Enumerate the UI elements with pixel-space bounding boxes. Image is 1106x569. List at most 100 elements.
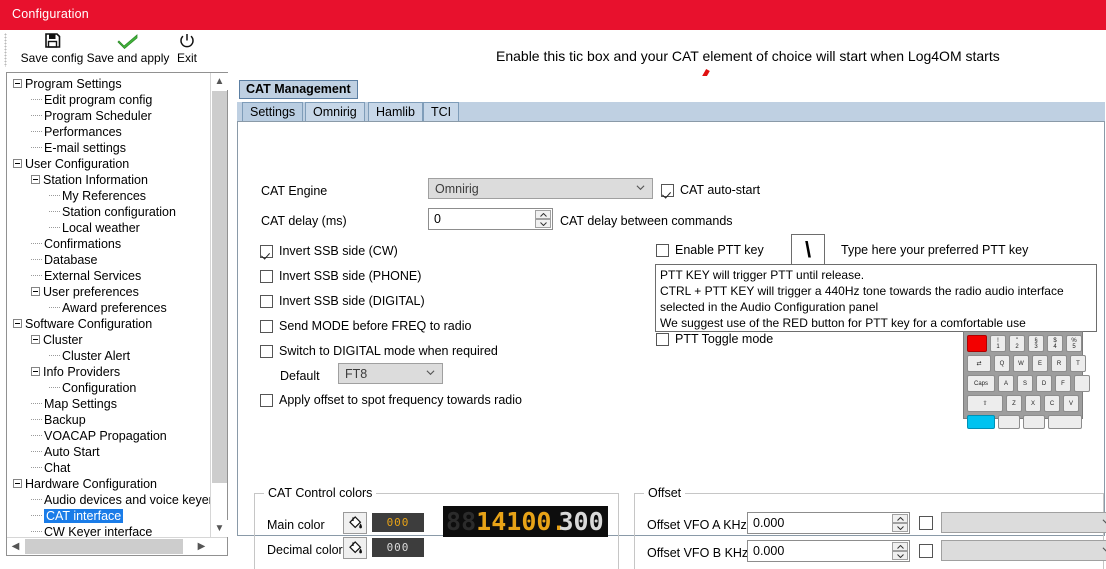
switch-digital-mode-checkbox[interactable] (260, 345, 273, 358)
spin-down-icon[interactable] (892, 551, 908, 560)
key-z[interactable]: Z (1006, 395, 1022, 412)
tree-item-cw-keyer-interface[interactable]: CW Keyer interface (9, 524, 210, 537)
cat-delay-spinner[interactable]: 0 (428, 208, 553, 230)
tree-item-award-preferences[interactable]: Award preferences (9, 300, 210, 316)
tree-vertical-scrollbar[interactable]: ▲ ▼ (210, 73, 228, 537)
tree-item-confirmations[interactable]: Confirmations (9, 236, 210, 252)
key-w[interactable]: W (1013, 355, 1029, 372)
tree-item-database[interactable]: Database (9, 252, 210, 268)
tab-hamlib[interactable]: Hamlib (368, 102, 423, 121)
key-4[interactable]: $4 (1047, 335, 1063, 352)
key-ptt-highlight[interactable] (967, 335, 987, 352)
key-r[interactable]: R (1051, 355, 1067, 372)
spin-up-icon[interactable] (535, 210, 551, 219)
key-a[interactable]: A (998, 375, 1014, 392)
offset-vfo-b-spin-buttons[interactable] (892, 542, 908, 560)
tree-expander-icon[interactable] (13, 479, 22, 489)
tree-item-my-references[interactable]: My References (9, 188, 210, 204)
tree-expander-icon[interactable] (13, 79, 22, 89)
apply-offset-checkbox[interactable] (260, 394, 273, 407)
cat-engine-combo[interactable]: Omnirig (428, 178, 653, 199)
tree-item-user-preferences[interactable]: User preferences (9, 284, 210, 300)
tree-horizontal-scrollbar[interactable]: ◀ ▶ (7, 537, 227, 555)
invert-ssb-digital-checkbox[interactable] (260, 295, 273, 308)
invert-ssb-cw-checkbox[interactable] (260, 245, 273, 258)
scroll-left-icon[interactable]: ◀ (7, 538, 24, 555)
main-color-picker-button[interactable] (343, 512, 367, 534)
tree-item-station-information[interactable]: Station Information (9, 172, 210, 188)
key-c[interactable]: C (1044, 395, 1060, 412)
tree-item-cluster[interactable]: Cluster (9, 332, 210, 348)
send-mode-before-freq-checkbox[interactable] (260, 320, 273, 333)
key-shift[interactable]: ⇧ (967, 395, 1003, 412)
tree-item-map-settings[interactable]: Map Settings (9, 396, 210, 412)
tree-expander-icon[interactable] (31, 287, 40, 297)
tab-tci[interactable]: TCI (423, 102, 460, 121)
tree-expander-icon[interactable] (31, 175, 40, 185)
tree-item-performances[interactable]: Performances (9, 124, 210, 140)
scroll-right-icon[interactable]: ▶ (193, 538, 210, 555)
save-and-apply-button[interactable]: Save and apply (78, 31, 178, 69)
tree-item-e-mail-settings[interactable]: E-mail settings (9, 140, 210, 156)
tree-item-local-weather[interactable]: Local weather (9, 220, 210, 236)
decimal-color-picker-button[interactable] (343, 537, 367, 559)
key-1[interactable]: ! 1 (990, 335, 1006, 352)
spin-down-icon[interactable] (535, 219, 551, 228)
tree-item-info-providers[interactable]: Info Providers (9, 364, 210, 380)
tree-item-auto-start[interactable]: Auto Start (9, 444, 210, 460)
tree-item-program-scheduler[interactable]: Program Scheduler (9, 108, 210, 124)
key-ctrl-highlight[interactable] (967, 415, 995, 429)
vertical-scroll-thumb[interactable] (212, 91, 227, 483)
ptt-key-input[interactable]: \ (791, 234, 825, 266)
offset-vfo-a-combo[interactable] (941, 512, 1106, 533)
navigation-tree[interactable]: Program Settings Edit program config Progr… (7, 73, 210, 537)
key-q[interactable]: Q (994, 355, 1010, 372)
invert-ssb-phone-checkbox[interactable] (260, 270, 273, 283)
tree-item-external-services[interactable]: External Services (9, 268, 210, 284)
key-5[interactable]: % 5 (1066, 335, 1082, 352)
key-x[interactable]: X (1025, 395, 1041, 412)
key-tab[interactable]: ⇄ (967, 355, 991, 372)
default-mode-combo[interactable]: FT8 (338, 363, 443, 384)
key-f[interactable]: F (1055, 375, 1071, 392)
tree-expander-icon[interactable] (31, 335, 40, 345)
cat-delay-spin-buttons[interactable] (535, 210, 551, 228)
exit-button[interactable]: Exit (170, 31, 204, 69)
cat-autostart-checkbox[interactable] (661, 184, 674, 197)
tree-item-voacap-propagation[interactable]: VOACAP Propagation (9, 428, 210, 444)
tab-omnirig[interactable]: Omnirig (305, 102, 365, 121)
tree-item-chat[interactable]: Chat (9, 460, 210, 476)
key-v[interactable]: V (1063, 395, 1079, 412)
key-2[interactable]: " 2 (1009, 335, 1025, 352)
key-s[interactable]: S (1017, 375, 1033, 392)
key-g[interactable] (1074, 375, 1090, 392)
ptt-toggle-mode-checkbox[interactable] (656, 333, 669, 346)
tree-item-configuration[interactable]: Configuration (9, 380, 210, 396)
offset-vfo-a-spinner[interactable]: 0.000 (747, 512, 910, 534)
key-space[interactable] (1048, 415, 1082, 429)
key-alt[interactable] (1023, 415, 1045, 429)
offset-vfo-b-combo[interactable] (941, 540, 1106, 561)
tree-item-station-configuration[interactable]: Station configuration (9, 204, 210, 220)
tree-item-user-configuration[interactable]: User Configuration (9, 156, 210, 172)
offset-vfo-a-spin-buttons[interactable] (892, 514, 908, 532)
horizontal-scroll-thumb[interactable] (25, 539, 183, 554)
key-3[interactable]: § 3 (1028, 335, 1044, 352)
offset-vfo-b-checkbox[interactable] (919, 544, 933, 558)
key-d[interactable]: D (1036, 375, 1052, 392)
spin-down-icon[interactable] (892, 523, 908, 532)
scroll-up-icon[interactable]: ▲ (211, 73, 228, 90)
ptt-keyboard-graphic[interactable]: ! 1 " 2 § 3 $4 % 5 ⇄ Q W E R T Caps A S D F … (963, 331, 1090, 429)
tree-item-program-settings[interactable]: Program Settings (9, 76, 210, 92)
tree-item-edit-program-config[interactable]: Edit program config (9, 92, 210, 108)
tree-item-hardware-configuration[interactable]: Hardware Configuration (9, 476, 210, 492)
key-caps[interactable]: Caps (967, 375, 995, 392)
key-t[interactable]: T (1070, 355, 1086, 372)
offset-vfo-a-checkbox[interactable] (919, 516, 933, 530)
tree-item-cat-interface[interactable]: CAT interface (9, 508, 210, 524)
scroll-down-icon[interactable]: ▼ (211, 520, 228, 537)
toolbar-grip[interactable] (4, 33, 7, 67)
tree-item-audio-devices-and-voice-keyer[interactable]: Audio devices and voice keyer (9, 492, 210, 508)
key-win[interactable] (998, 415, 1020, 429)
spin-up-icon[interactable] (892, 514, 908, 523)
